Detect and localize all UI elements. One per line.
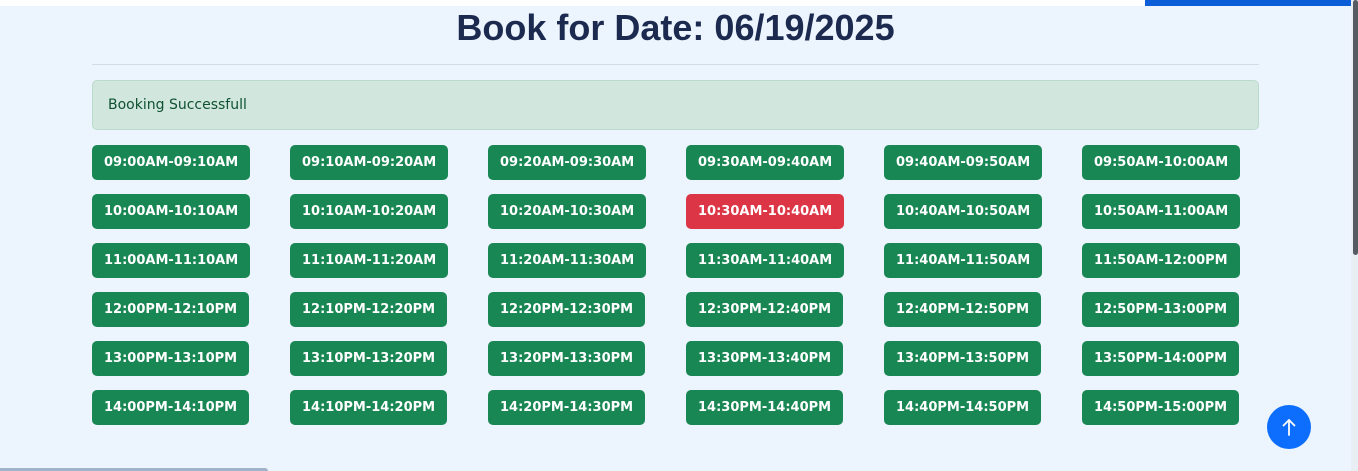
time-slot-button[interactable]: 13:00PM-13:10PM bbox=[92, 341, 250, 376]
time-slots-grid: 09:00AM-09:10AM 09:10AM-09:20AM 09:20AM-09… bbox=[92, 145, 1259, 439]
time-slot-button[interactable]: 09:10AM-09:20AM bbox=[290, 145, 449, 180]
time-slot-button[interactable]: 13:10PM-13:20PM bbox=[290, 341, 448, 376]
time-slot-button[interactable]: 14:50PM-15:00PM bbox=[1082, 390, 1240, 425]
scrollbar-thumb[interactable] bbox=[1353, 0, 1358, 255]
time-slot-button[interactable]: 09:40AM-09:50AM bbox=[884, 145, 1043, 180]
time-slot-button[interactable]: 13:30PM-13:40PM bbox=[686, 341, 844, 376]
time-slot-button[interactable]: 11:50AM-12:00PM bbox=[1082, 243, 1240, 278]
time-slot-button[interactable]: 09:30AM-09:40AM bbox=[686, 145, 845, 180]
time-slot-button[interactable]: 10:50AM-11:00AM bbox=[1082, 194, 1241, 229]
time-slot-button-booked[interactable]: 10:30AM-10:40AM bbox=[686, 194, 845, 229]
page-title: Book for Date: 06/19/2025 bbox=[456, 7, 895, 48]
time-slot-button[interactable]: 12:00PM-12:10PM bbox=[92, 292, 250, 327]
time-slot-button[interactable]: 09:00AM-09:10AM bbox=[92, 145, 251, 180]
booking-container: Book for Date: 06/19/2025 Booking Succes… bbox=[92, 0, 1259, 439]
time-slot-button[interactable]: 11:10AM-11:20AM bbox=[290, 243, 449, 278]
booking-success-alert: Booking Successfull bbox=[92, 80, 1259, 130]
time-slot-button[interactable]: 10:10AM-10:20AM bbox=[290, 194, 449, 229]
time-slot-button[interactable]: 13:40PM-13:50PM bbox=[884, 341, 1042, 376]
time-slot-button[interactable]: 11:00AM-11:10AM bbox=[92, 243, 251, 278]
time-slot-button[interactable]: 09:20AM-09:30AM bbox=[488, 145, 647, 180]
time-slot-button[interactable]: 10:00AM-10:10AM bbox=[92, 194, 251, 229]
time-slot-button[interactable]: 14:40PM-14:50PM bbox=[884, 390, 1042, 425]
scroll-to-top-button[interactable] bbox=[1267, 405, 1311, 449]
time-slot-button[interactable]: 10:20AM-10:30AM bbox=[488, 194, 647, 229]
time-slot-button[interactable]: 09:50AM-10:00AM bbox=[1082, 145, 1241, 180]
time-slot-button[interactable]: 14:10PM-14:20PM bbox=[290, 390, 448, 425]
arrow-up-icon bbox=[1282, 419, 1296, 436]
time-slot-button[interactable]: 12:30PM-12:40PM bbox=[686, 292, 844, 327]
time-slot-button[interactable]: 14:00PM-14:10PM bbox=[92, 390, 250, 425]
time-slot-button[interactable]: 13:50PM-14:00PM bbox=[1082, 341, 1240, 376]
time-slot-button[interactable]: 12:10PM-12:20PM bbox=[290, 292, 448, 327]
time-slot-button[interactable]: 11:20AM-11:30AM bbox=[488, 243, 647, 278]
time-slot-button[interactable]: 12:40PM-12:50PM bbox=[884, 292, 1042, 327]
divider bbox=[92, 64, 1259, 65]
time-slot-button[interactable]: 13:20PM-13:30PM bbox=[488, 341, 646, 376]
time-slot-button[interactable]: 10:40AM-10:50AM bbox=[884, 194, 1043, 229]
time-slot-button[interactable]: 11:40AM-11:50AM bbox=[884, 243, 1043, 278]
time-slot-button[interactable]: 11:30AM-11:40AM bbox=[686, 243, 845, 278]
time-slot-button[interactable]: 14:30PM-14:40PM bbox=[686, 390, 844, 425]
time-slot-button[interactable]: 14:20PM-14:30PM bbox=[488, 390, 646, 425]
time-slot-button[interactable]: 12:50PM-13:00PM bbox=[1082, 292, 1240, 327]
time-slot-button[interactable]: 12:20PM-12:30PM bbox=[488, 292, 646, 327]
